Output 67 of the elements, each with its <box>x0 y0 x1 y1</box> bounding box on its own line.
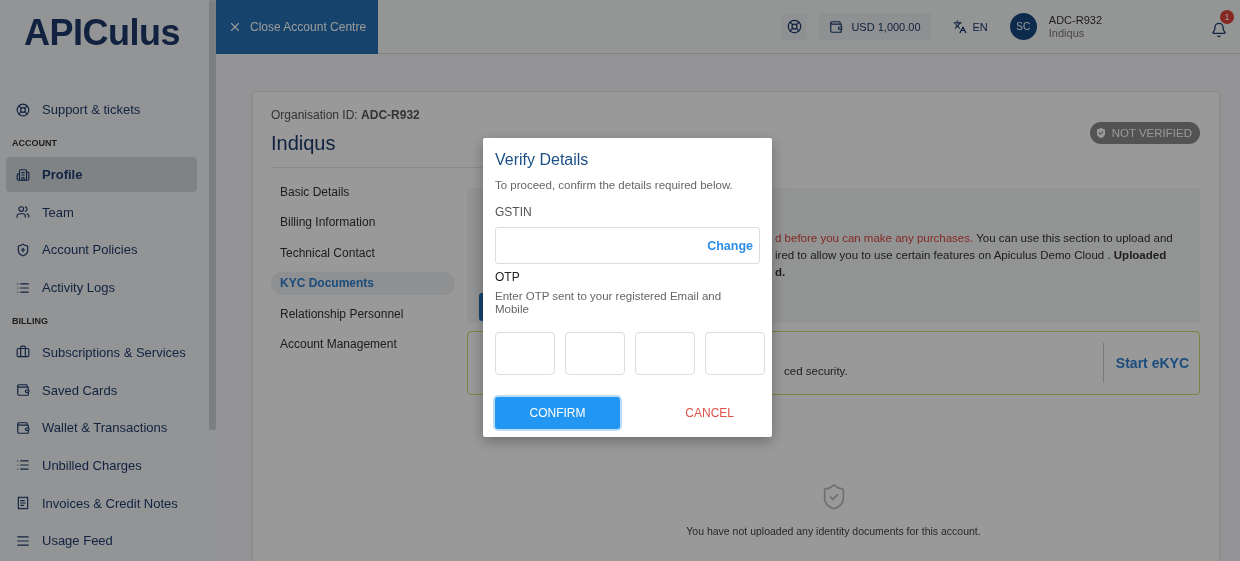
user-org: Indiqus <box>1048 26 1086 40</box>
sidebar-item[interactable]: Invoices & Credit Notes <box>6 485 197 521</box>
menu-icon <box>16 533 30 548</box>
shield-icon <box>16 242 30 257</box>
kyc-text: ired to allow you to use certain features on Apiculus Demo Cloud . Uploaded <box>775 248 1168 263</box>
sidebar-item[interactable]: Team <box>6 194 197 230</box>
close-account-centre-button[interactable]: Close Account Centre <box>216 0 379 54</box>
otp-field[interactable] <box>705 332 765 375</box>
users-icon <box>16 205 30 220</box>
list-icon <box>16 280 30 295</box>
notifications-button[interactable]: 1 <box>1204 9 1234 44</box>
dialog-subtitle: To proceed, confirm the details required below. <box>495 179 734 191</box>
otp-label: OTP <box>495 270 521 284</box>
sidebar-item[interactable]: Wallet & Transactions <box>6 410 197 446</box>
ekyc-text: ced security. <box>784 364 849 379</box>
empty-message: You have not uploaded any identity documents for this account. <box>686 525 981 537</box>
support-button[interactable] <box>781 13 808 40</box>
section-header: ACCOUNT <box>11 136 58 150</box>
organisation-name: Indiqus <box>271 132 337 155</box>
start-ekyc-button[interactable]: Start eKYC <box>1102 343 1199 383</box>
logo: APICulus <box>23 11 181 55</box>
receipt-icon <box>16 496 30 511</box>
tab[interactable]: Billing Information <box>271 210 455 234</box>
sidebar-item[interactable]: Profile <box>6 156 197 193</box>
user-id: ADC-R932 <box>1048 13 1102 27</box>
cancel-button[interactable]: CANCEL <box>679 405 740 421</box>
sidebar-item[interactable]: Usage Feed <box>6 523 197 559</box>
tab[interactable]: Basic Details <box>271 180 455 203</box>
building-icon <box>16 167 30 182</box>
sidebar-item[interactable]: Activity Logs <box>6 270 197 306</box>
change-link[interactable]: Change <box>707 238 753 253</box>
otp-hint: Enter OTP sent to your registered Email and Mobile <box>495 290 723 316</box>
wallet-icon <box>16 383 30 397</box>
bell-icon <box>1211 21 1227 38</box>
kyc-text: d. <box>775 265 787 280</box>
sidebar-item[interactable]: Subscriptions & Services <box>6 334 197 370</box>
sidebar-item[interactable]: Account Policies <box>6 232 197 268</box>
wallet-icon <box>16 420 30 435</box>
sidebar-item[interactable]: Support & tickets <box>6 92 197 128</box>
sidebar-item[interactable]: Saved Cards <box>6 372 197 408</box>
otp-field[interactable] <box>565 332 625 375</box>
tab[interactable]: Account Management <box>271 332 455 356</box>
otp-field[interactable] <box>635 332 695 375</box>
avatar[interactable]: SC <box>1009 13 1037 40</box>
wallet-icon <box>829 19 844 34</box>
otp-field[interactable] <box>495 332 555 375</box>
tab[interactable]: Relationship Personnel <box>271 302 455 325</box>
kyc-text: d before you can make any purchases. You can use this section to upload and <box>775 231 1174 246</box>
gstin-field[interactable]: Change <box>495 227 760 264</box>
gstin-label: GSTIN <box>495 205 533 219</box>
section-header: BILLING <box>11 314 49 328</box>
lifebuoy-icon <box>786 19 802 34</box>
notification-count: 1 <box>1220 9 1234 24</box>
confirm-button[interactable]: CONFIRM <box>495 397 620 429</box>
sidebar-item[interactable]: Unbilled Charges <box>6 447 197 484</box>
status-badge: NOT VERIFIED <box>1089 122 1200 144</box>
tab[interactable]: KYC Documents <box>271 271 455 295</box>
language-button[interactable]: EN <box>952 19 988 34</box>
dialog-title: Verify Details <box>495 151 590 169</box>
translate-icon <box>952 19 967 34</box>
briefcase-icon <box>16 345 30 360</box>
wallet-balance-button[interactable]: USD 1,000.00 <box>819 13 931 40</box>
organisation-id: Organisation ID: ADC-R932 <box>271 108 420 122</box>
tab[interactable]: Technical Contact <box>271 241 455 264</box>
scrollbar[interactable] <box>209 0 216 430</box>
list-icon <box>16 458 30 473</box>
lifebuoy-icon <box>16 102 30 117</box>
